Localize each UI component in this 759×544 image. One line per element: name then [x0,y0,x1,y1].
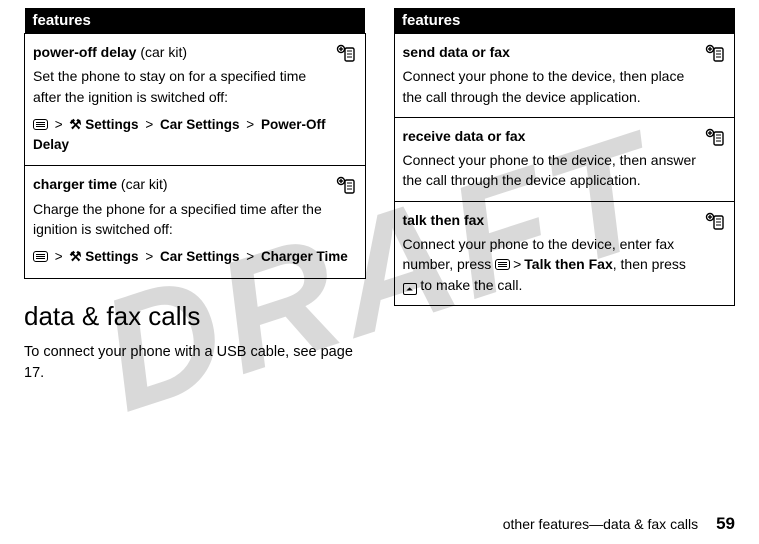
feature-cell-charger-time: charger time (car kit) Charge the phone … [25,166,366,278]
menu-key-icon [33,119,48,130]
gt: > [510,256,524,272]
feature-title: receive data or fax [403,128,526,144]
table-header: features [394,8,735,34]
feature-title: send data or fax [403,44,510,60]
menu-item: Talk then Fax [524,256,612,272]
tools-icon: ⚒ [69,249,81,264]
right-column: features send data or fax Connect your p… [394,8,736,385]
footer-text: other features—data & fax calls [503,516,698,532]
gt: > [142,117,156,132]
optional-accessory-icon [704,44,726,64]
table-header: features [25,8,366,34]
send-key-icon: ⏶ [403,283,417,295]
path-seg: Car Settings [160,117,240,132]
feature-body: Connect your phone to the device, then p… [403,66,699,107]
optional-accessory-icon [335,176,357,196]
gt: > [52,117,66,132]
feature-body: Connect your phone to the device, enter … [403,234,699,295]
gt: > [243,249,257,264]
feature-cell-send-data-fax: send data or fax Connect your phone to t… [394,34,735,118]
body-text: to make the call. [417,277,523,293]
feature-body: Set the phone to stay on for a specified… [33,66,329,107]
feature-title: power-off delay [33,44,136,60]
feature-title: talk then fax [403,212,485,228]
page-content: features power-off delay (car kit) Set t… [0,0,759,385]
feature-title: charger time [33,176,117,192]
feature-cell-power-off-delay: power-off delay (car kit) Set the phone … [25,34,366,166]
left-column: features power-off delay (car kit) Set t… [24,8,366,385]
menu-path: > ⚒ Settings > Car Settings > Power-Off … [33,115,357,156]
feature-cell-receive-data-fax: receive data or fax Connect your phone t… [394,117,735,201]
gt: > [243,117,257,132]
tools-icon: ⚒ [69,117,81,132]
menu-key-icon [495,259,510,270]
optional-accessory-icon [335,44,357,64]
optional-accessory-icon [704,212,726,232]
page-footer: other features—data & fax calls 59 [503,514,735,534]
optional-accessory-icon [704,128,726,148]
path-seg: Car Settings [160,249,240,264]
path-seg: Settings [85,249,138,264]
feature-cell-talk-then-fax: talk then fax Connect your phone to the … [394,201,735,305]
path-seg: Settings [85,117,138,132]
features-table-right: features send data or fax Connect your p… [394,8,736,306]
section-body: To connect your phone with a USB cable, … [24,342,366,386]
gt: > [142,249,156,264]
feature-title-extra: (car kit) [136,44,187,60]
body-text: , then press [613,256,686,272]
features-table-left: features power-off delay (car kit) Set t… [24,8,366,279]
feature-body: Charge the phone for a specified time af… [33,199,329,240]
path-seg: Charger Time [261,249,348,264]
menu-key-icon [33,251,48,262]
page-number: 59 [716,514,735,534]
feature-title-extra: (car kit) [117,176,168,192]
feature-body: Connect your phone to the device, then a… [403,150,699,191]
section-heading-data-fax: data & fax calls [24,301,366,332]
menu-path: > ⚒ Settings > Car Settings > Charger Ti… [33,247,357,267]
gt: > [52,249,66,264]
